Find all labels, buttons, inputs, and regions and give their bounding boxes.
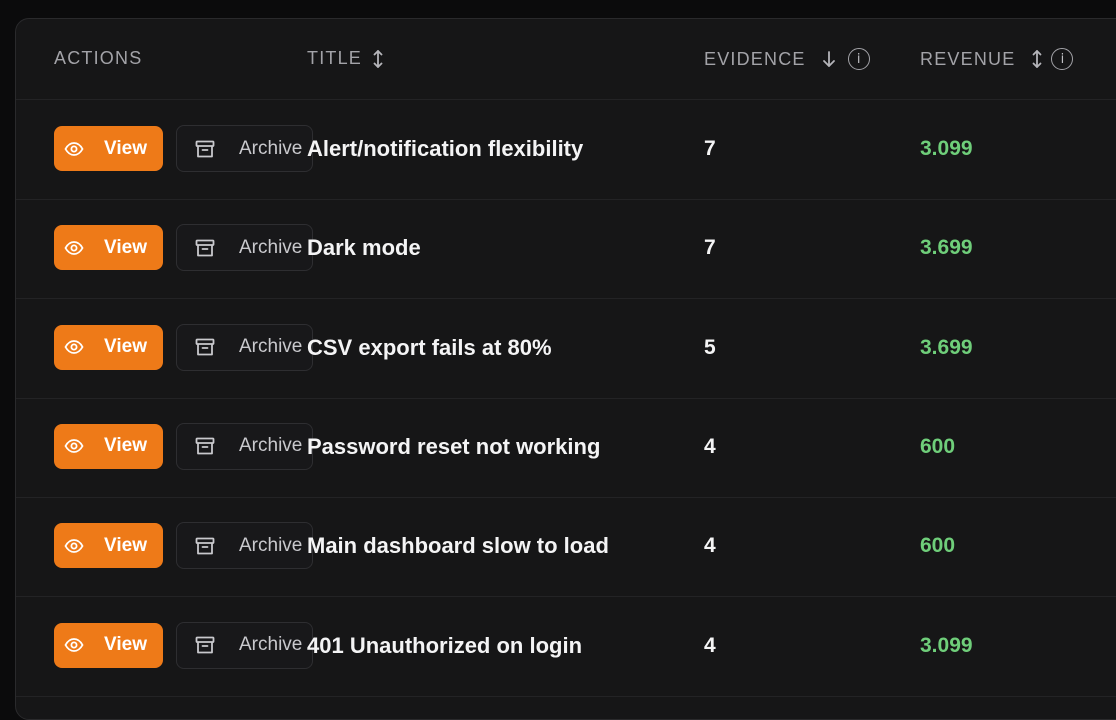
row-evidence-count: 4 <box>704 434 716 458</box>
archive-box-icon <box>195 239 227 257</box>
view-button[interactable]: View <box>54 423 163 469</box>
eye-icon <box>64 638 94 652</box>
column-header-title[interactable]: TITLE <box>307 48 384 69</box>
table-row: View Archive CSV export fails at 80% 5 3.699 <box>16 299 1116 399</box>
archive-button[interactable]: Archive <box>176 621 313 669</box>
row-revenue: 3.699 <box>920 335 973 359</box>
row-revenue: 600 <box>920 534 956 558</box>
archive-button-label: Archive <box>239 534 303 556</box>
row-evidence-count: 7 <box>704 137 716 160</box>
table-row: View Archive Main dashboard slow to load 4 6… <box>16 497 1116 598</box>
sort-descending-icon[interactable] <box>822 50 836 68</box>
column-header-actions: ACTIONS <box>54 48 142 69</box>
eye-icon <box>64 240 94 255</box>
view-button-label: View <box>104 336 147 358</box>
view-button[interactable]: View <box>54 225 163 271</box>
feature-requests-table: ACTIONS TITLE EVIDENCE i REVENUE i View … <box>15 18 1116 720</box>
eye-icon <box>64 439 94 454</box>
archive-box-icon <box>195 537 227 555</box>
table-row: View Archive 401 Unauthorized on login 4 3.0… <box>16 597 1116 697</box>
row-evidence-count: 4 <box>704 534 716 558</box>
archive-button[interactable]: Archive <box>176 125 313 172</box>
sort-both-icon[interactable] <box>372 49 384 69</box>
archive-button[interactable]: Archive <box>176 224 313 272</box>
archive-button-label: Archive <box>239 336 303 358</box>
sort-both-icon[interactable] <box>1031 49 1043 69</box>
archive-box-icon <box>195 140 227 158</box>
row-revenue: 3.099 <box>920 137 973 160</box>
row-title[interactable]: Password reset not working <box>307 434 600 460</box>
eye-icon <box>64 538 94 553</box>
view-button-label: View <box>104 236 147 258</box>
column-header-actions-label: ACTIONS <box>54 48 143 68</box>
archive-button-label: Archive <box>239 435 303 457</box>
eye-icon <box>64 340 94 354</box>
view-button-label: View <box>104 634 147 655</box>
archive-box-icon <box>195 338 227 356</box>
archive-button[interactable]: Archive <box>176 522 313 570</box>
view-button[interactable]: View <box>54 126 163 171</box>
column-header-revenue-label: REVENUE <box>920 48 1016 69</box>
row-revenue: 3.699 <box>920 236 973 260</box>
table-header: ACTIONS TITLE EVIDENCE i REVENUE i <box>16 19 1116 100</box>
info-icon[interactable]: i <box>847 48 870 70</box>
view-button-label: View <box>104 435 147 457</box>
archive-box-icon <box>195 437 227 455</box>
view-button[interactable]: View <box>54 523 163 569</box>
archive-button[interactable]: Archive <box>176 422 313 470</box>
table-row: View Archive Password reset not working 4 60… <box>16 398 1116 498</box>
row-title[interactable]: Alert/notification flexibility <box>307 136 583 162</box>
archive-button-label: Archive <box>239 634 303 655</box>
column-header-revenue[interactable]: REVENUE i <box>920 48 1074 70</box>
view-button-label: View <box>104 534 147 556</box>
row-evidence-count: 7 <box>704 236 716 260</box>
row-evidence-count: 4 <box>704 633 716 657</box>
row-title[interactable]: Dark mode <box>307 235 421 261</box>
archive-button[interactable]: Archive <box>176 323 313 371</box>
row-title[interactable]: CSV export fails at 80% <box>307 335 552 361</box>
view-button[interactable]: View <box>54 622 163 668</box>
row-revenue: 3.099 <box>920 633 973 657</box>
column-header-evidence[interactable]: EVIDENCE i <box>704 48 870 70</box>
eye-icon <box>64 141 94 156</box>
view-button-label: View <box>104 137 147 159</box>
archive-button-label: Archive <box>239 137 303 159</box>
table-row: View Archive Dark mode 7 3.699 <box>16 199 1116 300</box>
row-title[interactable]: Main dashboard slow to load <box>307 533 609 559</box>
row-title[interactable]: 401 Unauthorized on login <box>307 633 582 659</box>
row-evidence-count: 5 <box>704 335 716 359</box>
archive-button-label: Archive <box>239 236 303 258</box>
table-row: View Archive Alert/notification flexibilit… <box>16 100 1116 200</box>
row-revenue: 600 <box>920 434 956 458</box>
info-icon[interactable]: i <box>1051 48 1074 70</box>
view-button[interactable]: View <box>54 324 163 370</box>
column-header-title-label: TITLE <box>307 48 363 68</box>
column-header-evidence-label: EVIDENCE <box>704 48 806 69</box>
archive-box-icon <box>195 636 227 654</box>
